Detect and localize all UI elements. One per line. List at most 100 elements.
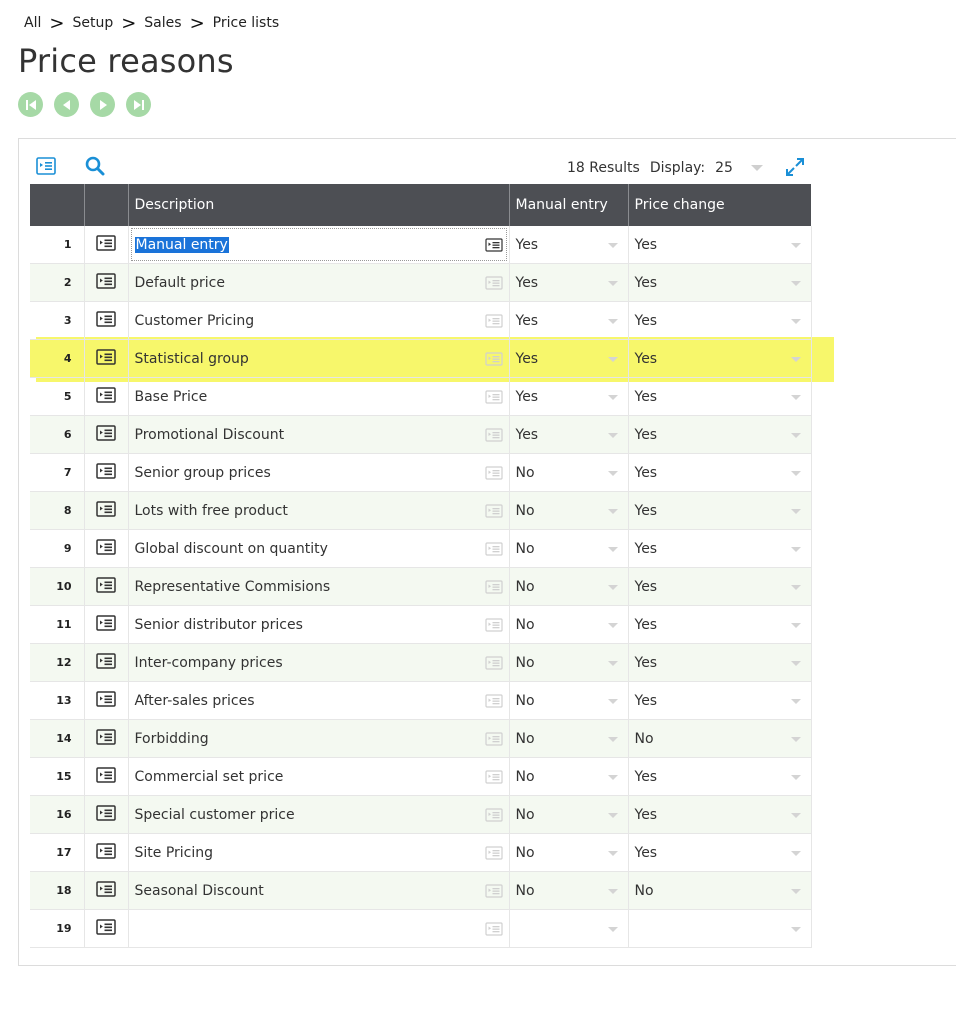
description-cell[interactable]: After-sales prices (128, 681, 510, 720)
chevron-down-icon[interactable] (607, 394, 618, 400)
description-cell[interactable]: Base Price (128, 377, 510, 416)
chevron-down-icon[interactable] (790, 926, 801, 932)
table-row[interactable]: 3 Customer Pricing Yes Yes (30, 301, 812, 340)
manual-entry-select[interactable]: No (509, 605, 629, 644)
price-change-select[interactable]: No (628, 871, 812, 910)
search-icon[interactable] (85, 156, 105, 180)
table-row[interactable]: 8 Lots with free product No Yes (30, 491, 812, 530)
expand-icon[interactable] (784, 156, 806, 182)
detail-icon[interactable] (484, 541, 503, 560)
price-change-select[interactable]: Yes (628, 795, 812, 834)
manual-entry-select[interactable]: No (509, 833, 629, 872)
detail-icon[interactable] (484, 807, 503, 826)
previous-record-button[interactable] (54, 92, 79, 117)
breadcrumb-item-setup[interactable]: Setup (72, 15, 113, 31)
row-detail-button[interactable] (84, 415, 129, 454)
row-detail-button[interactable] (84, 226, 129, 264)
table-row[interactable]: 18 Seasonal Discount No No (30, 871, 812, 910)
table-row[interactable]: 11 Senior distributor prices No Yes (30, 605, 812, 644)
price-change-select[interactable]: Yes (628, 263, 812, 302)
table-row[interactable]: 14 Forbidding No No (30, 719, 812, 758)
manual-entry-select[interactable]: No (509, 567, 629, 606)
price-change-select[interactable]: Yes (628, 757, 812, 796)
description-cell[interactable]: Default price (128, 263, 510, 302)
chevron-down-icon[interactable] (607, 470, 618, 476)
description-cell[interactable]: Inter-company prices (128, 643, 510, 682)
manual-entry-select[interactable]: No (509, 453, 629, 492)
manual-entry-select[interactable]: No (509, 681, 629, 720)
chevron-down-icon[interactable] (607, 812, 618, 818)
chevron-down-icon[interactable] (607, 318, 618, 324)
table-row[interactable]: 6 Promotional Discount Yes Yes (30, 415, 812, 454)
description-cell[interactable]: Promotional Discount (128, 415, 510, 454)
chevron-down-icon[interactable] (790, 280, 801, 286)
manual-entry-select[interactable]: No (509, 871, 629, 910)
row-detail-button[interactable] (84, 795, 129, 834)
chevron-down-icon[interactable] (607, 584, 618, 590)
detail-icon[interactable] (484, 579, 503, 598)
chevron-down-icon[interactable] (790, 242, 801, 248)
manual-entry-select[interactable]: No (509, 757, 629, 796)
description-cell[interactable]: Forbidding (128, 719, 510, 758)
chevron-down-icon[interactable] (790, 698, 801, 704)
description-cell[interactable]: Commercial set price (128, 757, 510, 796)
chevron-down-icon[interactable] (607, 280, 618, 286)
chevron-down-icon[interactable] (607, 508, 618, 514)
price-change-select[interactable]: Yes (628, 377, 812, 416)
table-row[interactable]: 15 Commercial set price No Yes (30, 757, 812, 796)
price-change-select[interactable]: Yes (628, 643, 812, 682)
column-header-price-change[interactable]: Price change (628, 184, 811, 226)
manual-entry-select[interactable]: No (509, 795, 629, 834)
table-row[interactable]: 13 After-sales prices No Yes (30, 681, 812, 720)
manual-entry-select[interactable] (509, 909, 629, 948)
description-cell[interactable]: Site Pricing (128, 833, 510, 872)
description-cell[interactable]: Lots with free product (128, 491, 510, 530)
chevron-down-icon[interactable] (790, 660, 801, 666)
breadcrumb-item-all[interactable]: All (24, 15, 41, 31)
description-cell[interactable]: Senior group prices (128, 453, 510, 492)
description-cell[interactable]: Representative Commisions (128, 567, 510, 606)
detail-icon[interactable] (484, 731, 503, 750)
chevron-down-icon[interactable] (790, 508, 801, 514)
chevron-down-icon[interactable] (607, 356, 618, 362)
detail-icon[interactable] (484, 845, 503, 864)
column-header-description[interactable]: Description (128, 184, 510, 226)
chevron-down-icon[interactable] (790, 546, 801, 552)
detail-icon[interactable] (484, 617, 503, 636)
breadcrumb-item-price-lists[interactable]: Price lists (213, 15, 279, 31)
column-header-manual-entry[interactable]: Manual entry (509, 184, 629, 226)
chevron-down-icon[interactable] (790, 736, 801, 742)
detail-icon[interactable] (484, 921, 503, 940)
manual-entry-select[interactable]: Yes (509, 339, 629, 378)
manual-entry-select[interactable]: No (509, 529, 629, 568)
chevron-down-icon[interactable] (607, 850, 618, 856)
detail-icon[interactable] (484, 769, 503, 788)
detail-icon[interactable] (484, 237, 503, 256)
row-detail-button[interactable] (84, 871, 129, 910)
chevron-down-icon[interactable] (607, 774, 618, 780)
detail-icon[interactable] (484, 275, 503, 294)
display-select[interactable]: 25 (715, 160, 733, 176)
price-change-select[interactable]: Yes (628, 301, 812, 340)
table-row[interactable]: 2 Default price Yes Yes (30, 263, 812, 302)
chevron-down-icon[interactable] (790, 394, 801, 400)
chevron-down-icon[interactable] (790, 812, 801, 818)
row-detail-button[interactable] (84, 909, 129, 948)
description-cell[interactable]: Manual entry (128, 226, 510, 264)
chevron-down-icon[interactable] (607, 736, 618, 742)
table-row[interactable]: 17 Site Pricing No Yes (30, 833, 812, 872)
table-row[interactable]: 5 Base Price Yes Yes (30, 377, 812, 416)
description-cell[interactable] (128, 909, 510, 948)
detail-icon[interactable] (484, 427, 503, 446)
row-detail-button[interactable] (84, 339, 129, 378)
row-detail-button[interactable] (84, 529, 129, 568)
table-row[interactable]: 9 Global discount on quantity No Yes (30, 529, 812, 568)
detail-icon[interactable] (484, 465, 503, 484)
description-cell[interactable]: Statistical group (128, 339, 510, 378)
chevron-down-icon[interactable] (607, 432, 618, 438)
row-detail-button[interactable] (84, 263, 129, 302)
price-change-select[interactable]: No (628, 719, 812, 758)
manual-entry-select[interactable]: Yes (509, 226, 629, 264)
chevron-down-icon[interactable] (607, 926, 618, 932)
row-detail-button[interactable] (84, 567, 129, 606)
